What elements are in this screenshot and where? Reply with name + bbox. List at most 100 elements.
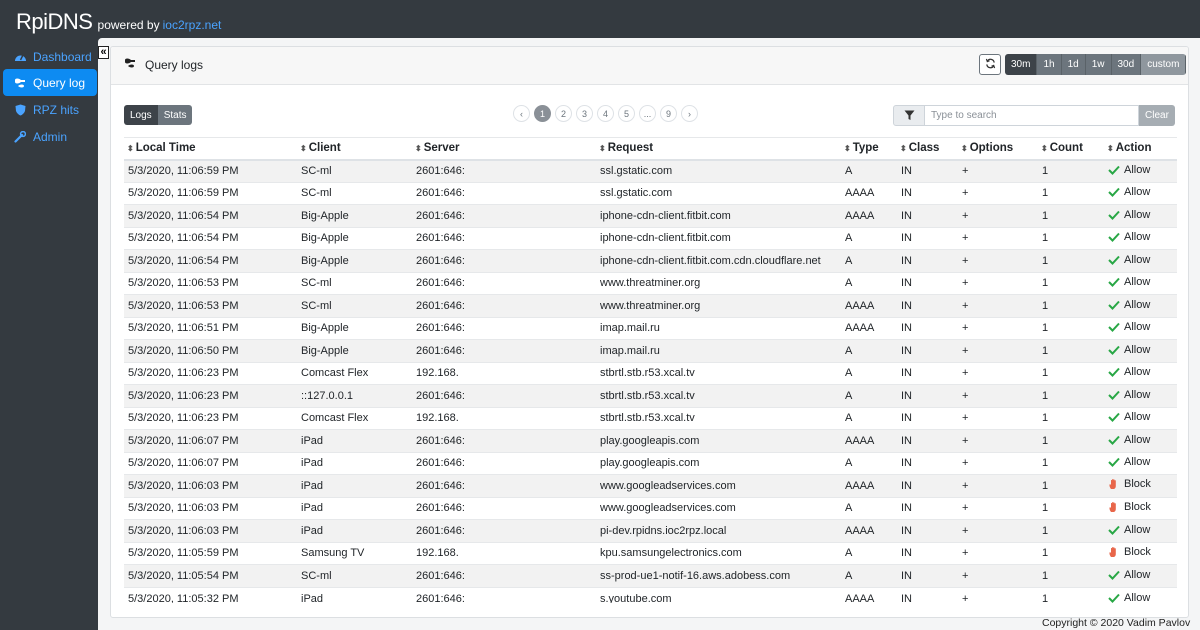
table-row[interactable]: 5/3/2020, 11:06:07 PM iPad 2601:646: play.g… <box>124 429 1177 452</box>
cell-class: IN <box>897 496 958 520</box>
cell-time: 5/3/2020, 11:06:03 PM <box>124 519 297 542</box>
cell-client: SC-ml <box>297 564 412 587</box>
cell-type: A <box>841 564 897 587</box>
cell-type: AAAA <box>841 316 897 340</box>
cell-request: ssl.gstatic.com <box>596 159 841 182</box>
table-row[interactable]: 5/3/2020, 11:06:50 PM Big-Apple 2601:646: i… <box>124 339 1177 362</box>
range-1d-button[interactable]: 1d <box>1061 54 1086 75</box>
range-1w-button[interactable]: 1w <box>1085 54 1112 75</box>
table-row[interactable]: 5/3/2020, 11:06:54 PM Big-Apple 2601:646: i… <box>124 249 1177 272</box>
pagination-page[interactable]: 1 <box>534 105 551 122</box>
column-header-local-time[interactable]: ⬍ Local Time <box>124 137 297 161</box>
table-row[interactable]: 5/3/2020, 11:06:03 PM iPad 2601:646: www.go… <box>124 496 1177 520</box>
table-row[interactable]: 5/3/2020, 11:06:53 PM SC-ml 2601:646: www.t… <box>124 294 1177 317</box>
range-custom-button[interactable]: custom <box>1141 54 1187 75</box>
query-log-table: ⬍ Local Time ⬍ Client ⬍ Server ⬍ Request ⬍ Type ⬍ C… <box>124 137 1177 603</box>
cell-request: play.googleapis.com <box>596 429 841 452</box>
sidebar-item-query-log[interactable]: Query log <box>3 69 97 96</box>
cell-client: iPad <box>297 496 412 520</box>
cell-class: IN <box>897 564 958 587</box>
table-row[interactable]: 5/3/2020, 11:05:59 PM Samsung TV 192.168. k… <box>124 541 1177 565</box>
check-icon <box>1108 255 1120 265</box>
cell-time: 5/3/2020, 11:06:53 PM <box>124 271 297 295</box>
cell-count: 1 <box>1038 474 1104 497</box>
pagination-ellipsis[interactable]: ... <box>639 105 656 122</box>
cell-time: 5/3/2020, 11:06:23 PM <box>124 406 297 430</box>
table-row[interactable]: 5/3/2020, 11:06:54 PM Big-Apple 2601:646: i… <box>124 204 1177 227</box>
sidebar: Dashboard Query log RPZ hits Admin <box>0 38 98 630</box>
table-row[interactable]: 5/3/2020, 11:06:23 PM Comcast Flex 192.168… <box>124 406 1177 430</box>
cell-action: Allow <box>1104 564 1177 587</box>
cell-class: IN <box>897 541 958 565</box>
pagination-next[interactable]: › <box>681 105 698 122</box>
cell-client: Big-Apple <box>297 226 412 250</box>
cell-client: ::127.0.0.1 <box>297 384 412 407</box>
action-label: Allow <box>1124 298 1151 311</box>
pagination-page[interactable]: 3 <box>576 105 593 122</box>
card-title: Query logs <box>123 57 203 72</box>
cell-time: 5/3/2020, 11:06:03 PM <box>124 496 297 520</box>
table-row[interactable]: 5/3/2020, 11:06:07 PM iPad 2601:646: play.g… <box>124 451 1177 475</box>
cell-action: Block <box>1104 496 1177 520</box>
column-header-client[interactable]: ⬍ Client <box>297 137 412 161</box>
cell-request: imap.mail.ru <box>596 339 841 362</box>
cell-server: 2601:646: <box>412 429 596 452</box>
cell-count: 1 <box>1038 159 1104 182</box>
column-header-request[interactable]: ⬍ Request <box>596 137 841 161</box>
cell-request: imap.mail.ru <box>596 316 841 340</box>
pagination-page[interactable]: 4 <box>597 105 614 122</box>
table-row[interactable]: 5/3/2020, 11:06:54 PM Big-Apple 2601:646: i… <box>124 226 1177 250</box>
range-30d-button[interactable]: 30d <box>1111 54 1142 75</box>
pagination-page[interactable]: 9 <box>660 105 677 122</box>
cell-type: AAAA <box>841 474 897 497</box>
cell-request: iphone-cdn-client.fitbit.com.cdn.cloudfl… <box>596 249 841 272</box>
cell-options: + <box>958 541 1038 565</box>
cell-type: A <box>841 406 897 430</box>
table-row[interactable]: 5/3/2020, 11:06:03 PM iPad 2601:646: pi-dev… <box>124 519 1177 542</box>
cell-request: stbrtl.stb.r53.xcal.tv <box>596 384 841 407</box>
table-row[interactable]: 5/3/2020, 11:06:23 PM::127.0.0.1 2601:646… <box>124 384 1177 407</box>
table-row[interactable]: 5/3/2020, 11:06:53 PM SC-ml 2601:646: www.t… <box>124 271 1177 295</box>
table-row[interactable]: 5/3/2020, 11:06:51 PM Big-Apple 2601:646: i… <box>124 316 1177 340</box>
search-input[interactable] <box>925 105 1139 126</box>
column-header-server[interactable]: ⬍ Server <box>412 137 596 161</box>
tab-logs[interactable]: Logs <box>124 105 158 125</box>
refresh-button[interactable] <box>979 54 1001 75</box>
cell-server: 2601:646: <box>412 181 596 205</box>
cell-server: 2601:646: <box>412 249 596 272</box>
block-hand-icon <box>1108 478 1120 490</box>
query-log-table-container[interactable]: ⬍ Local Time ⬍ Client ⬍ Server ⬍ Request ⬍ Type ⬍ C… <box>124 137 1177 603</box>
range-1h-button[interactable]: 1h <box>1037 54 1062 75</box>
sidebar-item-admin[interactable]: Admin <box>3 123 97 150</box>
column-header-count[interactable]: ⬍ Count <box>1038 137 1104 161</box>
action-label: Allow <box>1124 164 1151 176</box>
column-header-class[interactable]: ⬍ Class <box>897 137 958 161</box>
column-header-type[interactable]: ⬍ Type <box>841 137 897 161</box>
range-30m-button[interactable]: 30m <box>1005 54 1038 75</box>
collapse-sidebar-button[interactable]: « <box>98 46 109 59</box>
cell-action: Allow <box>1104 339 1177 362</box>
table-row[interactable]: 5/3/2020, 11:06:59 PM SC-ml 2601:646: ssl.g… <box>124 181 1177 205</box>
sidebar-item-dashboard[interactable]: Dashboard <box>3 43 97 70</box>
cell-time: 5/3/2020, 11:06:59 PM <box>124 181 297 205</box>
table-row[interactable]: 5/3/2020, 11:06:03 PM iPad 2601:646: www.go… <box>124 474 1177 497</box>
table-row[interactable]: 5/3/2020, 11:06:59 PM SC-ml 2601:646: ssl.g… <box>124 159 1177 182</box>
brand-link[interactable]: ioc2rpz.net <box>163 18 222 32</box>
sidebar-item-rpz-hits[interactable]: RPZ hits <box>3 96 97 123</box>
clear-button[interactable]: Clear <box>1139 105 1175 126</box>
table-row[interactable]: 5/3/2020, 11:06:23 PM Comcast Flex 192.168… <box>124 361 1177 385</box>
tab-stats[interactable]: Stats <box>157 105 193 125</box>
top-bar: RpiDNS powered by ioc2rpz.net <box>0 0 1200 38</box>
cell-class: IN <box>897 384 958 407</box>
table-row[interactable]: 5/3/2020, 11:05:54 PM SC-ml 2601:646: ss-pr… <box>124 564 1177 587</box>
column-header-action[interactable]: ⬍ Action <box>1104 137 1177 161</box>
table-row[interactable]: 5/3/2020, 11:05:32 PM iPad 2601:646: s.yout… <box>124 586 1177 603</box>
action-label: Block <box>1124 500 1151 513</box>
pagination-prev[interactable]: ‹ <box>513 105 530 122</box>
pagination-page[interactable]: 2 <box>555 105 572 122</box>
cell-class: IN <box>897 204 958 227</box>
cell-type: AAAA <box>841 429 897 452</box>
pagination-page[interactable]: 5 <box>618 105 635 122</box>
cell-count: 1 <box>1038 406 1104 430</box>
column-header-options[interactable]: ⬍ Options <box>958 137 1038 161</box>
